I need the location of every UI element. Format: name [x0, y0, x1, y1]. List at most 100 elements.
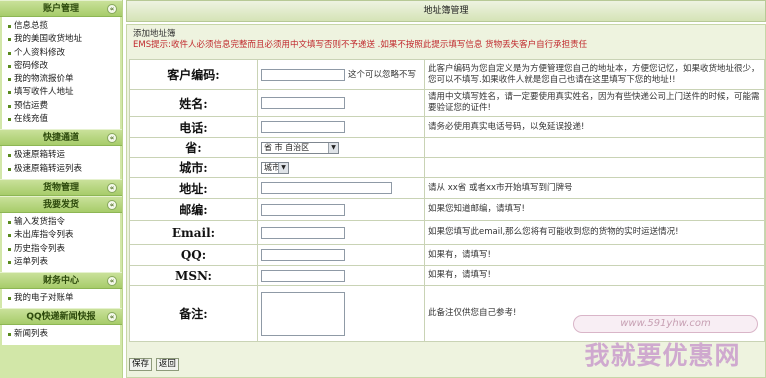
text-input[interactable] — [261, 97, 345, 109]
sidebar-section-menu: 我的电子对账单 — [0, 289, 122, 309]
sidebar-item[interactable]: 新闻列表 — [2, 328, 120, 341]
field-control-cell — [257, 177, 425, 199]
field-label: 姓名: — [129, 89, 258, 117]
field-tip: 请务必使用真实电话号码，以免延误投递! — [424, 116, 765, 138]
field-label: 省: — [129, 137, 258, 158]
collapse-toggle-icon[interactable]: « — [107, 312, 117, 323]
sidebar-item[interactable]: 我的电子对账单 — [2, 292, 120, 305]
sidebar-section-title: 财务中心 — [42, 276, 79, 287]
text-input[interactable] — [261, 182, 392, 194]
chevron-down-icon[interactable]: ▼ — [278, 162, 288, 173]
field-control-cell — [257, 116, 425, 138]
field-tip: 请从 xx省 或者xx市开始填写到门牌号 — [424, 177, 765, 199]
field-label: Email: — [129, 220, 258, 245]
sidebar-item[interactable]: 运单列表 — [2, 256, 120, 269]
select-dropdown[interactable]: 城市 ▼ — [261, 161, 289, 174]
form-row: 省: 省 市 自治区 ▼ — [129, 137, 765, 158]
form-actions: 保存 返回 — [129, 358, 180, 374]
form-row: 地址: 请从 xx省 或者xx市开始填写到门牌号 — [129, 177, 765, 199]
field-tip: 如果有，请填写! — [424, 265, 765, 286]
save-button[interactable]: 保存 — [129, 358, 153, 371]
text-input[interactable] — [261, 249, 345, 261]
field-label: 城市: — [129, 157, 258, 178]
address-form-table: 客户编码: 这个可以忽略不写 此客户编码为您自定义是为方便管理您自己的地址本，方便您… — [129, 59, 765, 342]
sidebar-item[interactable]: 信息总揽 — [2, 20, 120, 33]
sidebar-section-header[interactable]: QQ快递新闻快报 « — [0, 308, 122, 326]
intro: 添加地址簿 EMS提示:收件人必须信息完整而且必须用中文填写否则不予递送 .如果… — [127, 25, 765, 58]
sidebar-section-title: 账户管理 — [42, 4, 79, 14]
text-input[interactable] — [261, 269, 345, 282]
field-tip — [424, 157, 765, 178]
text-input[interactable] — [261, 121, 345, 133]
form-row: QQ: 如果有，请填写! — [129, 244, 765, 266]
collapse-toggle-icon[interactable]: « — [107, 276, 117, 287]
field-control-cell — [257, 244, 425, 266]
sidebar-item[interactable]: 密码修改 — [2, 60, 120, 73]
field-label: MSN: — [129, 265, 258, 286]
sidebar-section-header[interactable]: 货物管理 « — [0, 178, 122, 196]
sidebar-item[interactable]: 预估运费 — [2, 100, 120, 113]
field-tip — [424, 137, 765, 158]
text-input[interactable] — [261, 203, 345, 216]
back-button[interactable]: 返回 — [155, 358, 179, 371]
sidebar-section-menu: 信息总揽 我的美国收货地址 个人资料修改 密码修改 我的物流报价单 填写收件人地址 预估运费… — [0, 17, 122, 130]
notes-textarea[interactable] — [261, 291, 345, 336]
sidebar-item[interactable]: 我的美国收货地址 — [2, 33, 120, 46]
sidebar-section-title: 我要发货 — [42, 199, 79, 210]
collapse-toggle-icon[interactable]: « — [107, 182, 117, 193]
field-label: 电话: — [129, 116, 258, 138]
watermark-url: www.591yhw.com — [573, 315, 758, 333]
sidebar-section-header[interactable]: 账户管理 « — [0, 0, 122, 17]
field-control-cell: 这个可以忽略不写 — [257, 59, 425, 90]
sidebar-item[interactable]: 未出库指令列表 — [2, 229, 120, 242]
page-title: 地址簿管理 — [126, 0, 766, 22]
form-row: 邮编: 如果您知道邮编，请填写! — [129, 198, 765, 221]
sidebar-item[interactable]: 历史指令列表 — [2, 243, 120, 256]
form-row: 姓名: 请用中文填写姓名，请一定要使用真实姓名，因为有些快递公司上门送件的时候，可… — [129, 89, 765, 117]
form-row: 城市: 城市 ▼ — [129, 157, 765, 178]
ems-warning: EMS提示:收件人必须信息完整而且必须用中文填写否则不予递送 .如果不按照此提示… — [133, 40, 588, 50]
field-tip: 如果有，请填写! — [424, 244, 765, 266]
form-row: MSN: 如果有，请填写! — [129, 265, 765, 286]
field-control-cell: 城市 ▼ — [257, 157, 425, 178]
field-control-cell — [257, 285, 425, 342]
sidebar-section-menu: 新闻列表 — [0, 325, 122, 345]
sidebar-section-title: 货物管理 — [42, 182, 79, 193]
watermark-text: 我就要优惠网 — [584, 341, 741, 370]
inline-hint: 这个可以忽略不写 — [348, 70, 417, 81]
field-tip: 请用中文填写姓名，请一定要使用真实姓名，因为有些快递公司上门送件的时候，可能需要… — [424, 89, 765, 117]
collapse-toggle-icon[interactable]: « — [107, 4, 117, 14]
sidebar-section-menu: 输入发货指令 未出库指令列表 历史指令列表 运单列表 — [0, 212, 122, 273]
field-control-cell: 省 市 自治区 ▼ — [257, 137, 425, 158]
sidebar-item[interactable]: 输入发货指令 — [2, 216, 120, 229]
sidebar-item[interactable]: 我的物流报价单 — [2, 73, 120, 86]
sidebar-section-header[interactable]: 快捷通道 « — [0, 129, 122, 147]
field-tip: 此客户编码为您自定义是为方便管理您自己的地址本，方便您记忆，如果收货地址很少，您… — [424, 59, 765, 90]
sidebar-item[interactable]: 个人资料修改 — [2, 47, 120, 60]
watermark-logo: www.591yhw.com 我就要优惠网 — [565, 310, 760, 376]
field-label: QQ: — [129, 244, 258, 266]
form-heading: 添加地址簿 — [133, 29, 176, 39]
sidebar-item[interactable]: 极速原箱转运 — [2, 149, 120, 162]
collapse-toggle-icon[interactable]: « — [107, 133, 117, 144]
sidebar-section-header[interactable]: 财务中心 « — [0, 272, 122, 290]
field-control-cell — [257, 265, 425, 286]
sidebar-item[interactable]: 填写收件人地址 — [2, 86, 120, 99]
field-control-cell — [257, 220, 425, 245]
sidebar: 账户管理 « 信息总揽 我的美国收货地址 个人资料修改 密码修改 我的物流报价单 填写收件人地… — [0, 0, 123, 378]
chevron-down-icon[interactable]: ▼ — [328, 142, 338, 153]
select-value: 省 市 自治区 — [264, 142, 310, 152]
form-row: Email: 如果您填写此email,那么您将有可能收到您的货物的实时运送情况! — [129, 220, 765, 245]
collapse-toggle-icon[interactable]: « — [107, 199, 117, 210]
field-label: 备注: — [129, 285, 258, 342]
field-tip: 如果您知道邮编，请填写! — [424, 198, 765, 221]
form-row: 客户编码: 这个可以忽略不写 此客户编码为您自定义是为方便管理您自己的地址本，方便您… — [129, 59, 765, 90]
sidebar-item[interactable]: 在线充值 — [2, 113, 120, 126]
sidebar-section-menu: 极速原箱转运 极速原箱转运列表 — [0, 146, 122, 179]
field-control-cell — [257, 198, 425, 221]
text-input[interactable] — [261, 68, 345, 81]
sidebar-section-header[interactable]: 我要发货 « — [0, 195, 122, 213]
text-input[interactable] — [261, 226, 345, 239]
select-dropdown[interactable]: 省 市 自治区 ▼ — [261, 141, 339, 154]
sidebar-item[interactable]: 极速原箱转运列表 — [2, 163, 120, 176]
